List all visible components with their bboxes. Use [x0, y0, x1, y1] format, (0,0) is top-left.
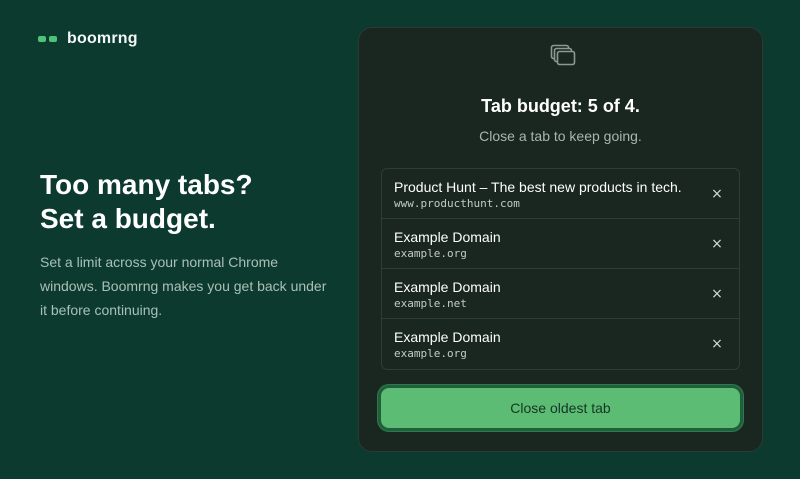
tab-row: Example Domain example.org ×	[382, 219, 739, 269]
brand: boomrng	[38, 30, 138, 48]
panel-title: Tab budget: 5 of 4.	[481, 96, 640, 116]
tab-row: Product Hunt – The best new products in …	[382, 169, 739, 219]
tab-title: Example Domain	[394, 279, 501, 295]
panel-subtitle: Close a tab to keep going.	[479, 128, 642, 144]
close-tab-button[interactable]: ×	[707, 234, 727, 254]
tab-url: example.org	[394, 247, 467, 260]
close-tab-button[interactable]: ×	[707, 334, 727, 354]
tab-list: Product Hunt – The best new products in …	[381, 168, 740, 370]
hero-description: Set a limit across your normal Chrome wi…	[40, 254, 327, 318]
tab-title: Product Hunt – The best new products in …	[394, 179, 682, 195]
tab-budget-panel: Tab budget: 5 of 4. Close a tab to keep …	[358, 27, 763, 452]
tab-url: example.org	[394, 347, 467, 360]
hero-section: Too many tabs? Set a budget. Set a limit…	[40, 168, 330, 322]
close-tab-button[interactable]: ×	[707, 184, 727, 204]
tabs-stack-icon	[550, 44, 576, 66]
hero-title-line1: Too many tabs?	[40, 169, 253, 200]
close-tab-button[interactable]: ×	[707, 284, 727, 304]
hero-title: Too many tabs? Set a budget.	[40, 168, 330, 236]
close-oldest-tab-button[interactable]: Close oldest tab	[381, 388, 740, 428]
brand-logo-icon	[38, 36, 57, 42]
tab-title: Example Domain	[394, 229, 501, 245]
tab-row: Example Domain example.org ×	[382, 319, 739, 369]
brand-name: boomrng	[67, 30, 138, 47]
tab-title: Example Domain	[394, 329, 501, 345]
tab-url: example.net	[394, 297, 467, 310]
tab-row: Example Domain example.net ×	[382, 269, 739, 319]
hero-title-line2: Set a budget.	[40, 203, 216, 234]
tab-url: www.producthunt.com	[394, 197, 520, 210]
